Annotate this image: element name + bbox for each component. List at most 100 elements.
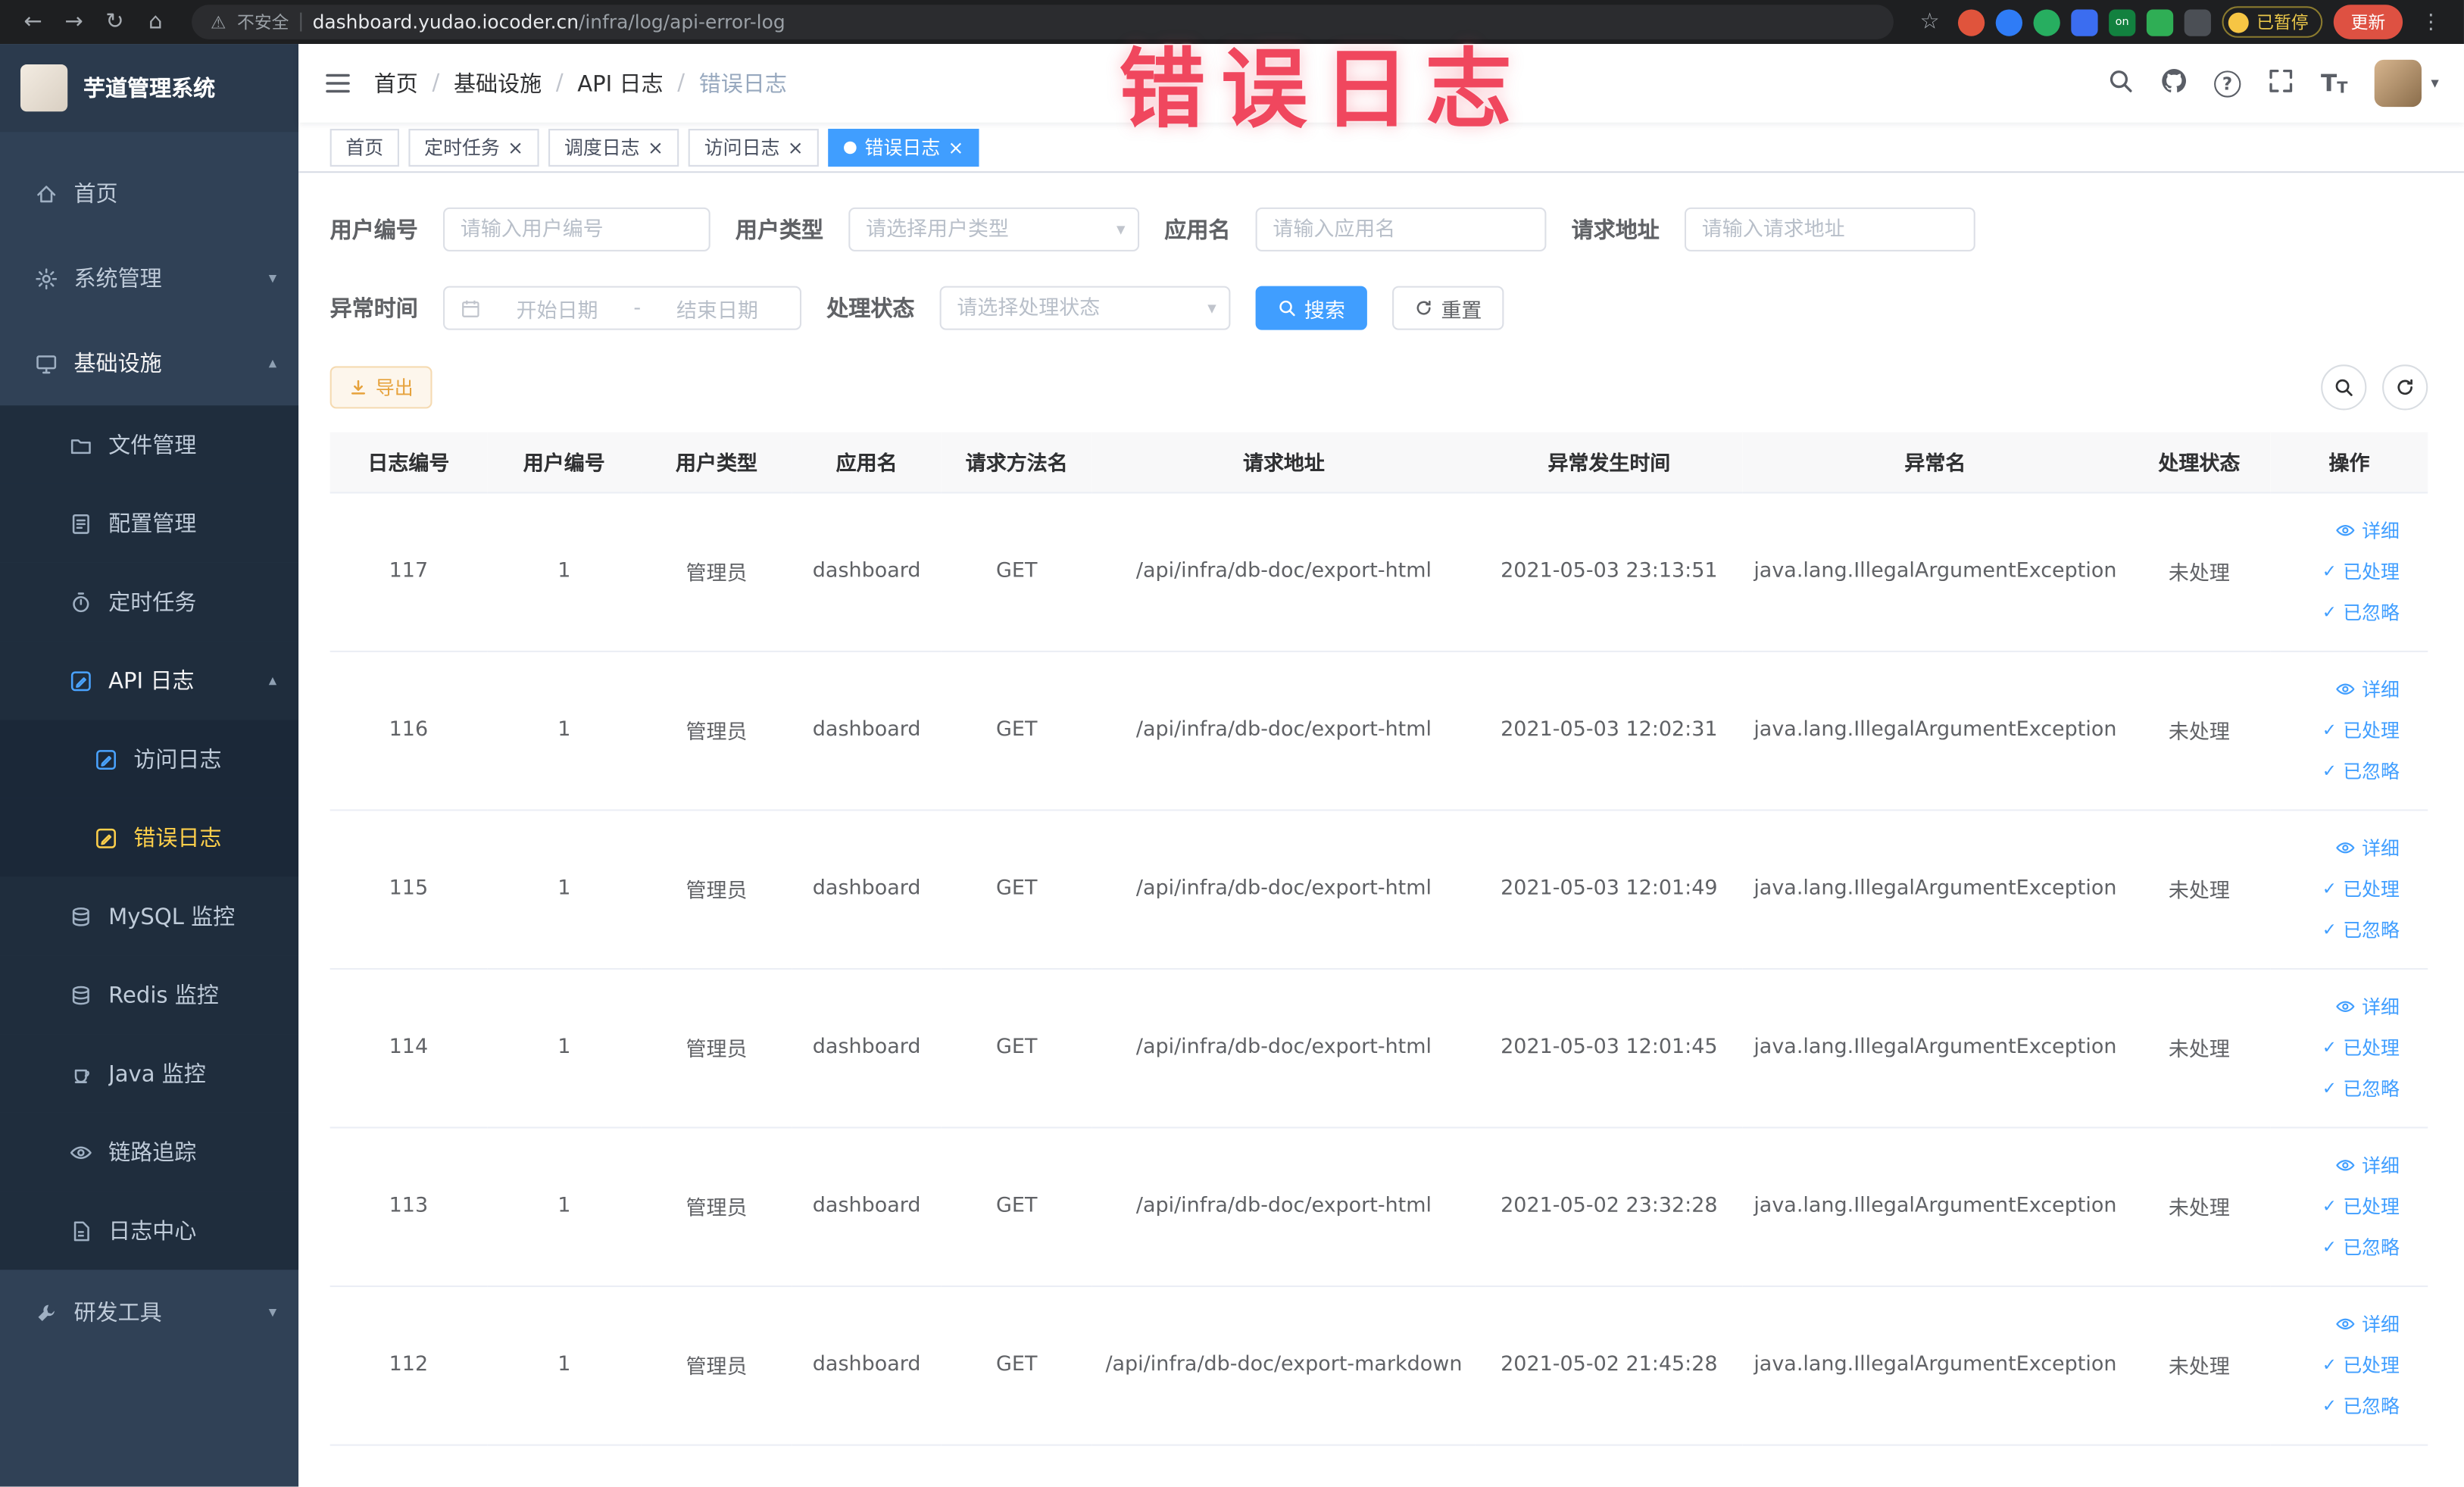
mark-ignored-link[interactable]: ✓ 已忽略: [2280, 1226, 2400, 1267]
sidebar-item-api-logs[interactable]: API 日志 ▴: [0, 641, 299, 720]
address-bar[interactable]: ⚠ 不安全 dashboard.yudao.iocoder.cn/infra/l…: [192, 5, 1894, 39]
mark-ignored-link[interactable]: ✓ 已忽略: [2280, 751, 2400, 792]
breadcrumb-home[interactable]: 首页: [374, 67, 418, 98]
cell-exception-time: 2021-05-03 12:02:31: [1476, 650, 1743, 811]
browser-menu-icon[interactable]: ⋮: [2414, 5, 2449, 39]
cell-method: GET: [941, 1286, 1092, 1445]
sidebar-item-java-monitor[interactable]: Java 监控: [0, 1034, 299, 1113]
sidebar-item-mysql-monitor[interactable]: MySQL 监控: [0, 876, 299, 956]
user-menu[interactable]: ▾: [2374, 59, 2439, 108]
date-range-picker[interactable]: 开始日期 - 结束日期: [443, 286, 802, 330]
cell-user-id: 1: [487, 967, 642, 1128]
process-status-select[interactable]: [939, 286, 1231, 330]
sidebar-menu: 首页 系统管理 ▾ 基础设施 ▴ 文件管理 配置管理 定时任务 API 日志 ▴…: [0, 132, 299, 1354]
log-file-icon: [66, 1219, 94, 1242]
user-id-input[interactable]: [443, 207, 710, 251]
extension-icon[interactable]: [1995, 8, 2023, 36]
extension-icon[interactable]: [2071, 8, 2098, 36]
cell-method: GET: [941, 809, 1092, 969]
breadcrumb-infrastructure[interactable]: 基础设施: [454, 67, 542, 98]
search-button[interactable]: 搜索: [1255, 286, 1367, 330]
mark-processed-link[interactable]: ✓ 已处理: [2280, 1027, 2400, 1068]
tab-close-icon[interactable]: ×: [788, 138, 804, 157]
mark-processed-link[interactable]: ✓ 已处理: [2280, 1186, 2400, 1226]
sidebar-item-redis-monitor[interactable]: Redis 监控: [0, 955, 299, 1035]
export-button[interactable]: 导出: [329, 366, 433, 409]
sidebar-item-log-center[interactable]: 日志中心: [0, 1191, 299, 1270]
sidebar-item-link-tracing[interactable]: 链路追踪: [0, 1112, 299, 1192]
cell-actions: 详细 ✓ 已处理 ✓ 已忽略: [2270, 1286, 2428, 1445]
forward-icon[interactable]: →: [57, 5, 92, 39]
tab-access-logs[interactable]: 访问日志 ×: [689, 128, 820, 166]
sidebar-item-scheduled-tasks[interactable]: 定时任务: [0, 562, 299, 642]
extension-icon[interactable]: [2033, 8, 2060, 36]
tab-close-icon[interactable]: ×: [648, 138, 664, 157]
cell-user-type: 管理员: [641, 492, 792, 651]
cell-exception-name: java.lang.IllegalArgumentException: [1742, 1286, 2128, 1445]
cell-status: 未处理: [2128, 1126, 2271, 1287]
sidebar-item-file-management[interactable]: 文件管理: [0, 405, 299, 484]
mark-processed-link[interactable]: ✓ 已处理: [2280, 1345, 2400, 1385]
gear-icon: [31, 267, 59, 290]
mark-processed-link[interactable]: ✓ 已处理: [2280, 551, 2400, 592]
sidebar-item-home[interactable]: 首页: [0, 151, 298, 236]
cell-status: 未处理: [2128, 492, 2271, 651]
mark-processed-link[interactable]: ✓ 已处理: [2280, 710, 2400, 751]
detail-link[interactable]: 详细: [2280, 827, 2400, 868]
hamburger-icon[interactable]: [323, 69, 351, 97]
refresh-button[interactable]: [2382, 364, 2428, 411]
cell-request-url: /api/infra/db-doc/export-html: [1091, 809, 1476, 969]
extension-icon[interactable]: [1957, 8, 1985, 36]
detail-link[interactable]: 详细: [2280, 1304, 2400, 1345]
user-type-label: 用户类型: [735, 218, 824, 244]
reload-icon[interactable]: ↻: [98, 5, 133, 39]
sidebar-item-dev-tools[interactable]: 研发工具 ▾: [0, 1270, 298, 1354]
mark-processed-link[interactable]: ✓ 已处理: [2280, 868, 2400, 909]
tab-close-icon[interactable]: ×: [507, 138, 523, 157]
font-size-icon[interactable]: TT: [2321, 69, 2347, 97]
home-icon[interactable]: ⌂: [139, 5, 173, 39]
cell-request-url: /api/infra/db-doc/export-html: [1091, 1126, 1476, 1287]
detail-link[interactable]: 详细: [2280, 669, 2400, 710]
sidebar-item-config-management[interactable]: 配置管理: [0, 483, 299, 563]
sidebar-item-access-logs[interactable]: 访问日志: [0, 720, 299, 798]
sidebar-item-infrastructure[interactable]: 基础设施 ▴: [0, 320, 298, 405]
cell-status: 未处理: [2128, 1286, 2271, 1445]
tab-dispatch-logs[interactable]: 调度日志 ×: [548, 128, 679, 166]
sidebar-item-system-management[interactable]: 系统管理 ▾: [0, 236, 298, 320]
request-url-input[interactable]: [1684, 207, 1975, 251]
tab-scheduled-tasks[interactable]: 定时任务 ×: [408, 128, 539, 166]
reset-button[interactable]: 重置: [1392, 286, 1504, 330]
tab-close-icon[interactable]: ×: [948, 138, 964, 157]
mark-ignored-link[interactable]: ✓ 已忽略: [2280, 592, 2400, 633]
breadcrumb-api-logs[interactable]: API 日志: [577, 67, 663, 98]
mark-ignored-link[interactable]: ✓ 已忽略: [2280, 909, 2400, 950]
extensions-zone: ☆ on 已暂停 更新 ⋮: [1913, 5, 2448, 39]
url-text: dashboard.yudao.iocoder.cn/infra/log/api…: [313, 11, 785, 33]
sidebar-item-error-logs[interactable]: 错误日志: [0, 798, 299, 877]
tab-error-logs[interactable]: 错误日志 ×: [828, 128, 980, 166]
check-icon: ✓: [2322, 918, 2337, 939]
extension-on-icon[interactable]: on: [2109, 8, 2136, 36]
app-name-input[interactable]: [1255, 207, 1547, 251]
back-icon[interactable]: ←: [16, 5, 51, 39]
extensions-puzzle-icon[interactable]: [2184, 8, 2211, 36]
user-type-select[interactable]: [848, 207, 1140, 251]
table-row: 117 1 管理员 dashboard GET /api/infra/db-do…: [329, 492, 2428, 651]
bookmark-star-icon[interactable]: ☆: [1913, 5, 1947, 39]
browser-update-button[interactable]: 更新: [2333, 5, 2403, 39]
app-logo[interactable]: 芋道管理系统: [0, 44, 299, 133]
detail-link[interactable]: 详细: [2280, 1145, 2400, 1186]
toggle-search-button[interactable]: [2321, 364, 2367, 411]
detail-link[interactable]: 详细: [2280, 986, 2400, 1027]
github-icon[interactable]: [2160, 67, 2187, 100]
tab-home[interactable]: 首页: [329, 128, 399, 166]
translate-paused-badge[interactable]: 已暂停: [2222, 6, 2323, 38]
fullscreen-icon[interactable]: [2267, 67, 2294, 100]
mark-ignored-link[interactable]: ✓ 已忽略: [2280, 1068, 2400, 1109]
search-icon[interactable]: [2107, 67, 2134, 100]
mark-ignored-link[interactable]: ✓ 已忽略: [2280, 1385, 2400, 1426]
extension-icon[interactable]: [2146, 8, 2174, 36]
help-icon[interactable]: ?: [2213, 70, 2241, 97]
detail-link[interactable]: 详细: [2280, 510, 2400, 551]
